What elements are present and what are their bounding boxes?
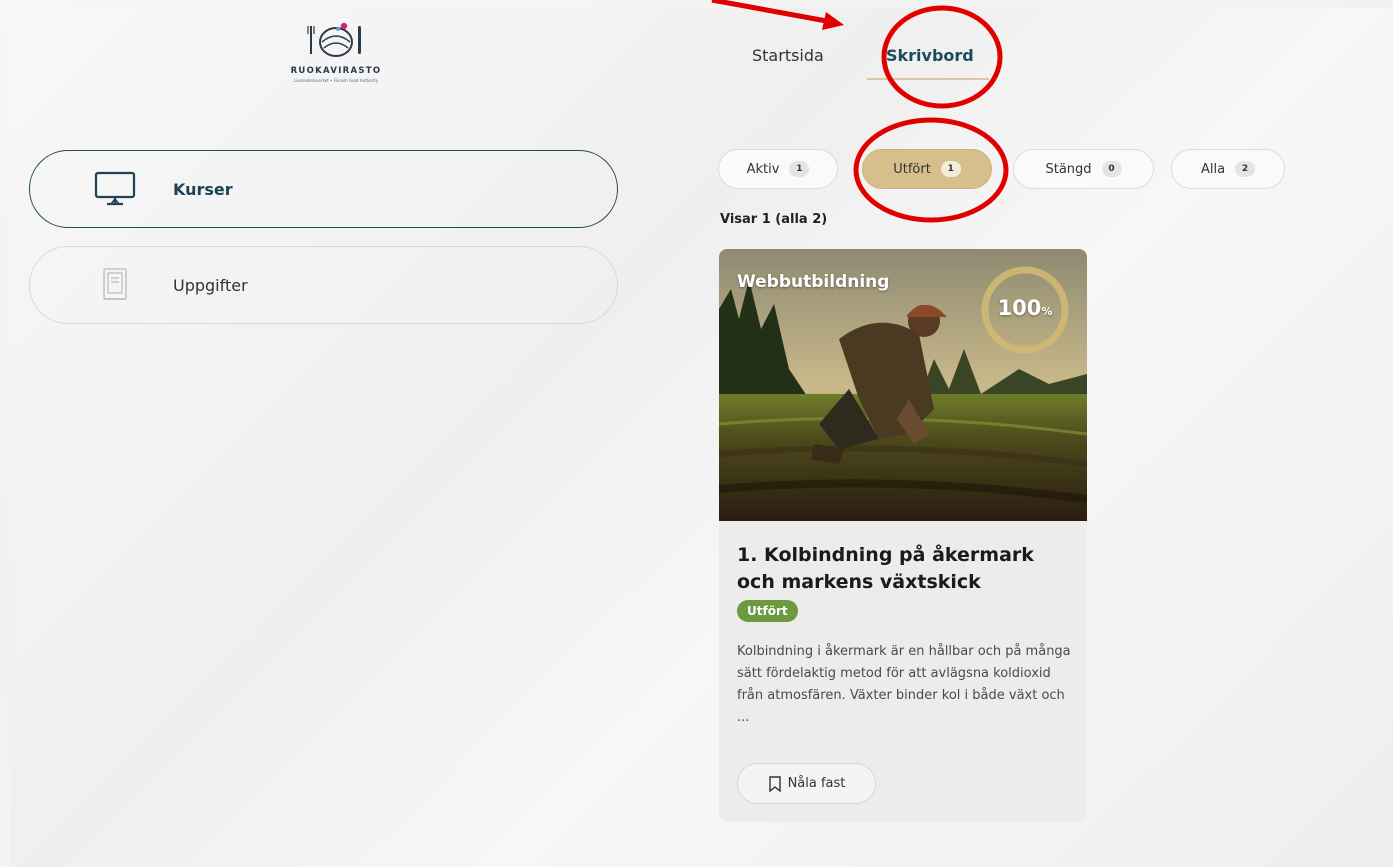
course-title[interactable]: 1. Kolbindning på åkermark och markens v… (737, 542, 1072, 596)
bookmark-icon (768, 775, 781, 792)
filter-count-badge: 2 (1235, 161, 1256, 177)
progress-unit: % (1041, 305, 1053, 318)
notebook-icon (92, 267, 138, 303)
filter-utfort[interactable]: Utfört 1 (862, 149, 992, 189)
filter-label: Alla (1200, 161, 1226, 177)
filter-stangd[interactable]: Stängd 0 (1013, 149, 1154, 189)
logo-name: RUOKAVIRASTO (290, 66, 382, 76)
filter-aktiv[interactable]: Aktiv 1 (718, 149, 838, 189)
progress-number: 100 (997, 296, 1042, 320)
page-background (10, 8, 1393, 867)
filter-count-badge: 0 (1101, 161, 1122, 177)
progress-value: 100% (978, 296, 1072, 320)
filter-label: Aktiv (746, 161, 780, 177)
course-card[interactable]: Webbutbildning 100% 1. Kolbindning på åk… (719, 249, 1087, 822)
tab-startsida[interactable]: Startsida (752, 46, 824, 65)
ruokavirasto-logo[interactable]: RUOKAVIRASTO Livsmedelsverket • Finnish … (280, 18, 392, 83)
sidebar-item-label: Uppgifter (173, 275, 248, 295)
filter-label: Utfört (893, 161, 931, 177)
logo-emblem-icon (307, 22, 361, 57)
pin-button-label: Nåla fast (787, 776, 846, 791)
filter-count-badge: 1 (789, 161, 810, 177)
monitor-icon (92, 171, 138, 207)
sidebar-item-uppgifter[interactable]: Uppgifter (29, 246, 618, 324)
sidebar-item-kurser[interactable]: Kurser (29, 150, 618, 228)
logo-subtitle: Livsmedelsverket • Finnish Food Authorit… (293, 78, 379, 83)
status-badge: Utfört (737, 600, 798, 622)
filter-alla[interactable]: Alla 2 (1171, 149, 1285, 189)
tab-skrivbord[interactable]: Skrivbord (886, 46, 974, 65)
pin-button[interactable]: Nåla fast (737, 763, 876, 804)
results-count: Visar 1 (alla 2) (720, 212, 828, 227)
filter-label: Stängd (1045, 161, 1092, 177)
filter-count-badge: 1 (940, 161, 961, 177)
course-description: Kolbindning i åkermark är en hållbar och… (737, 644, 1071, 725)
course-type-label: Webbutbildning (737, 272, 890, 292)
sidebar-item-label: Kurser (173, 179, 233, 199)
active-tab-indicator (867, 78, 989, 80)
